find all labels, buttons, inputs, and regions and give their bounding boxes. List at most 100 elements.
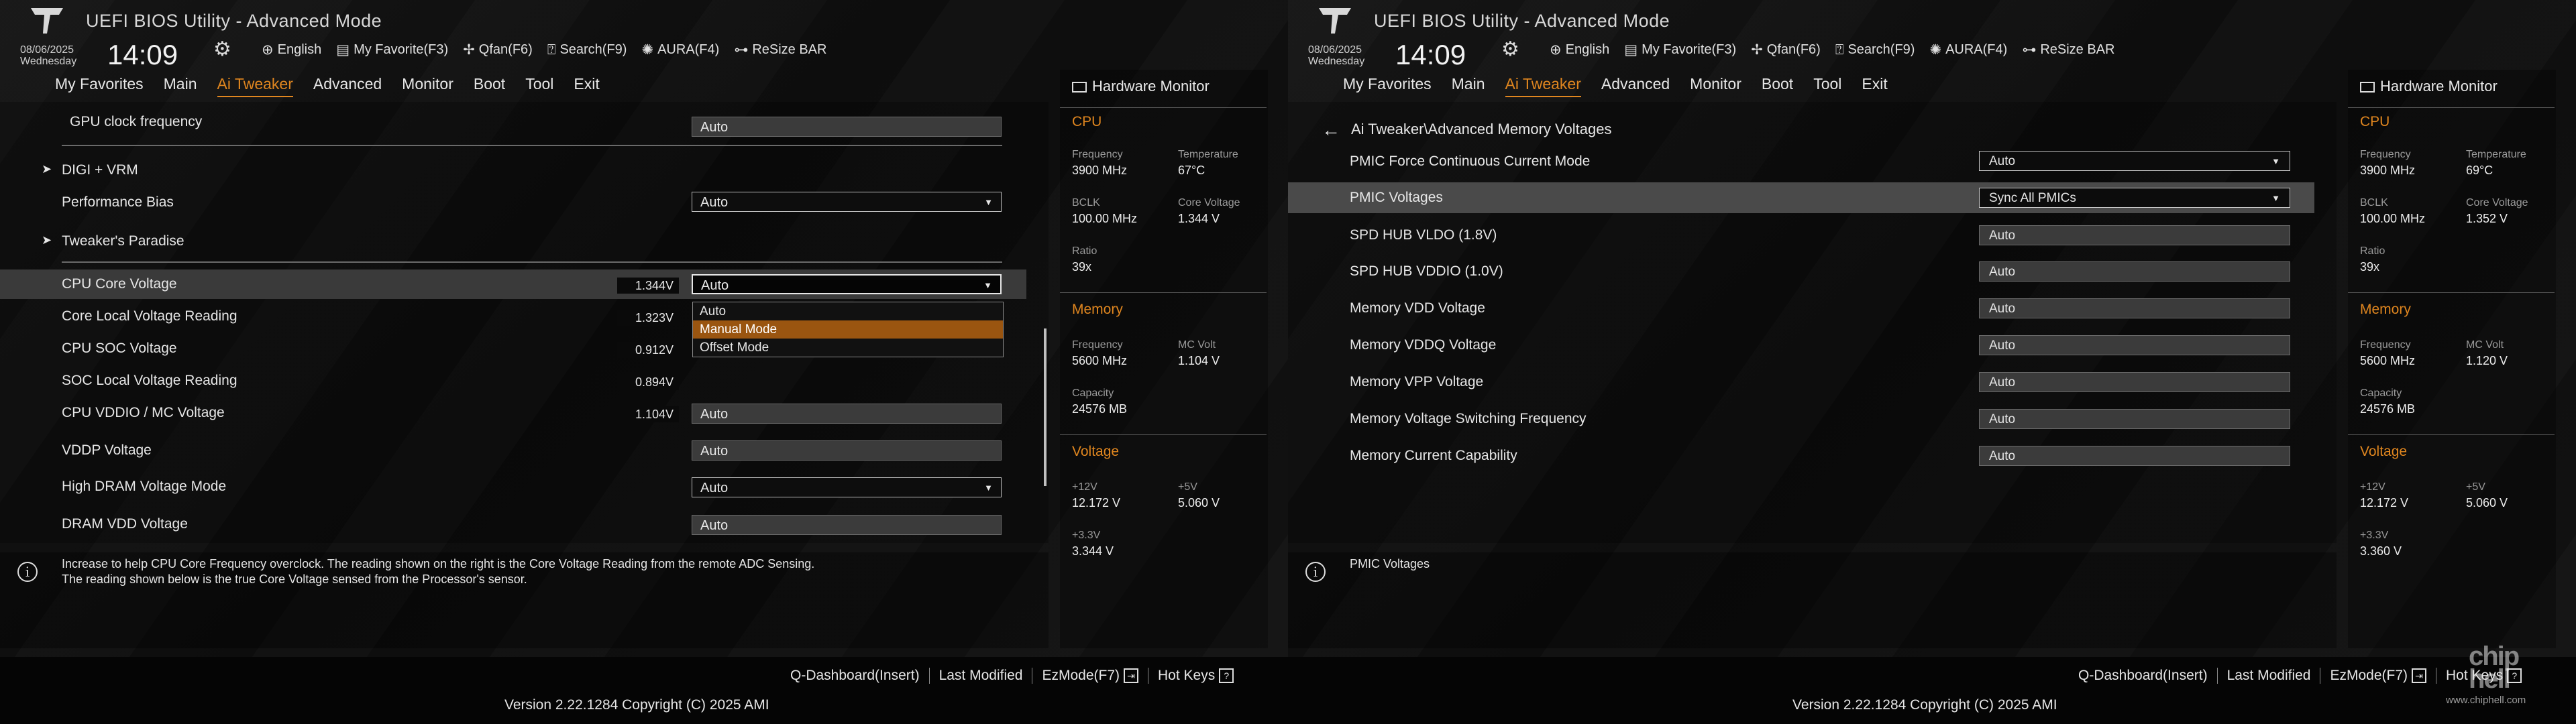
my-favorite-button[interactable]: ▤ My Favorite(F3) <box>1624 42 1736 58</box>
tab-advanced[interactable]: Advanced <box>313 75 382 97</box>
option-offset-mode[interactable]: Offset Mode <box>693 339 1003 357</box>
hardware-monitor: Hardware Monitor CPU Frequency Temperatu… <box>2348 70 2556 648</box>
high-dram-mode-dropdown[interactable]: Auto ▼ <box>692 477 1002 497</box>
qfan-button[interactable]: ✢ Qfan(F6) <box>463 42 533 58</box>
tab-monitor[interactable]: Monitor <box>1690 75 1741 97</box>
resize-bar-icon: ⊶ <box>734 42 749 58</box>
last-modified-button[interactable]: Last Modified <box>930 668 1033 684</box>
language-button[interactable]: ⊕ English <box>1550 42 1609 58</box>
tab-boot[interactable]: Boot <box>474 75 505 97</box>
hw-label: MC Volt <box>1178 339 1216 351</box>
tab-monitor[interactable]: Monitor <box>402 75 453 97</box>
tab-tool[interactable]: Tool <box>1813 75 1841 97</box>
ezmode-button[interactable]: EzMode(F7) ⇥ <box>1032 668 1149 684</box>
footer: Q-Dashboard(Insert) Last Modified EzMode… <box>0 657 1288 724</box>
main-menu: My Favorites Main Ai Tweaker Advanced Mo… <box>55 75 600 97</box>
tab-main[interactable]: Main <box>164 75 197 97</box>
tab-advanced[interactable]: Advanced <box>1601 75 1670 97</box>
aura-button[interactable]: ✺ AURA(F4) <box>641 42 719 58</box>
monitor-icon <box>1072 82 1087 93</box>
settings-gear-icon[interactable]: ⚙ <box>213 38 231 61</box>
memory-vpp-field[interactable]: Auto <box>1979 372 2290 392</box>
hw-label: Core Voltage <box>1178 197 1240 208</box>
memory-switching-frequency-field[interactable]: Auto <box>1979 409 2290 429</box>
last-modified-button[interactable]: Last Modified <box>2218 668 2321 684</box>
tab-exit[interactable]: Exit <box>574 75 599 97</box>
hardware-monitor: Hardware Monitor CPU Frequency Temperatu… <box>1060 70 1268 648</box>
hw-value: 12.172 V <box>2360 496 2409 509</box>
setting-gpu-clock-frequency[interactable]: GPU clock frequency Auto <box>0 107 1026 137</box>
clock: 14:09 <box>1395 39 1466 70</box>
hot-keys-button[interactable]: Hot Keys? <box>1148 668 1243 684</box>
bios-screen-right: UEFI BIOS Utility - Advanced Mode 08/06/… <box>1288 0 2576 724</box>
spd-hub-vldo-field[interactable]: Auto <box>1979 225 2290 245</box>
hardware-monitor-title: Hardware Monitor <box>2360 78 2498 95</box>
ezmode-button[interactable]: EzMode(F7) ⇥ <box>2320 668 2437 684</box>
tab-my-favorites[interactable]: My Favorites <box>55 75 144 97</box>
tab-my-favorites[interactable]: My Favorites <box>1343 75 1432 97</box>
qfan-button[interactable]: ✢ Qfan(F6) <box>1751 42 1821 58</box>
hw-value: 1.352 V <box>2466 212 2508 225</box>
option-manual-mode[interactable]: Manual Mode <box>693 320 1003 339</box>
cpu-vddio-field[interactable]: Auto <box>692 404 1002 424</box>
performance-bias-dropdown[interactable]: Auto ▼ <box>692 192 1002 212</box>
chevron-down-icon: ▼ <box>2271 193 2280 203</box>
submenu-tweakers-paradise[interactable]: ➤ Tweaker's Paradise <box>0 227 1026 256</box>
help-panel: i PMIC Voltages <box>1288 552 2337 648</box>
help-key-icon: ? <box>1219 668 1234 683</box>
resize-bar-button[interactable]: ⊶ ReSize BAR <box>2022 42 2114 58</box>
hw-value: 1.104 V <box>1178 354 1220 367</box>
dram-vdd-field[interactable]: Auto <box>692 515 1002 535</box>
back-arrow-icon[interactable]: ← <box>1322 119 1340 140</box>
spd-hub-vddio-field[interactable]: Auto <box>1979 261 2290 282</box>
memory-vddq-field[interactable]: Auto <box>1979 335 2290 355</box>
settings-gear-icon[interactable]: ⚙ <box>1501 38 1519 61</box>
hw-value: 24576 MB <box>1072 402 1128 416</box>
option-auto[interactable]: Auto <box>693 302 1003 320</box>
submenu-digi-vrm[interactable]: ➤ DIGI + VRM <box>0 156 1026 185</box>
memory-current-capability-field[interactable]: Auto <box>1979 446 2290 466</box>
hw-section-voltage: Voltage <box>2360 444 2408 459</box>
scrollbar[interactable] <box>1044 328 1046 486</box>
info-icon: i <box>17 562 38 582</box>
hw-value: 5600 MHz <box>2360 354 2416 367</box>
tab-ai-tweaker[interactable]: Ai Tweaker <box>217 75 293 97</box>
tab-exit[interactable]: Exit <box>1862 75 1887 97</box>
top-toolbar: ⊕ English ▤ My Favorite(F3) ✢ Qfan(F6) ⍰ Sea… <box>1550 42 2114 58</box>
tab-main[interactable]: Main <box>1452 75 1485 97</box>
hw-section-cpu: CPU <box>2360 114 2390 129</box>
tab-ai-tweaker[interactable]: Ai Tweaker <box>1505 75 1581 97</box>
tab-tool[interactable]: Tool <box>525 75 553 97</box>
gpu-clock-field[interactable]: Auto <box>692 117 1002 137</box>
vddp-field[interactable]: Auto <box>692 440 1002 461</box>
pmic-voltages-dropdown[interactable]: Sync All PMICs ▼ <box>1979 188 2290 208</box>
hw-label: +3.3V <box>1072 530 1101 541</box>
hw-label: Capacity <box>1072 387 1114 399</box>
hw-label: Capacity <box>2360 387 2402 399</box>
copyright: Version 2.22.1284 Copyright (C) 2025 AMI <box>1792 697 2057 713</box>
pmic-force-current-dropdown[interactable]: Auto ▼ <box>1979 151 2290 171</box>
setting-soc-local-voltage-reading: SOC Local Voltage Reading 0.894V <box>0 366 1026 396</box>
hw-value: 100.00 MHz <box>2360 212 2426 225</box>
hw-label: BCLK <box>2360 197 2388 208</box>
language-button[interactable]: ⊕ English <box>262 42 321 58</box>
memory-vdd-field[interactable]: Auto <box>1979 298 2290 318</box>
search-button[interactable]: ⍰ Search(F9) <box>1835 42 1915 58</box>
q-dashboard-button[interactable]: Q-Dashboard(Insert) <box>781 668 930 684</box>
hw-value: 3.344 V <box>1072 544 1114 558</box>
q-dashboard-button[interactable]: Q-Dashboard(Insert) <box>2069 668 2218 684</box>
tuf-logo-icon <box>1319 8 1351 34</box>
help-text: Increase to help CPU Core Frequency over… <box>62 557 815 586</box>
hw-value: 3900 MHz <box>1072 164 1128 177</box>
aura-button[interactable]: ✺ AURA(F4) <box>1929 42 2007 58</box>
resize-bar-button[interactable]: ⊶ ReSize BAR <box>734 42 826 58</box>
top-toolbar: ⊕ English ▤ My Favorite(F3) ✢ Qfan(F6) ⍰ Sea… <box>262 42 826 58</box>
breadcrumb[interactable]: ← Ai Tweaker\Advanced Memory Voltages <box>1322 119 1611 141</box>
search-button[interactable]: ⍰ Search(F9) <box>547 42 627 58</box>
hw-value: 39x <box>1072 260 1092 274</box>
my-favorite-button[interactable]: ▤ My Favorite(F3) <box>336 42 448 58</box>
tuf-logo-icon <box>31 8 63 34</box>
tab-boot[interactable]: Boot <box>1762 75 1793 97</box>
hw-label: +3.3V <box>2360 530 2389 541</box>
cpu-core-voltage-dropdown[interactable]: Auto ▼ <box>692 274 1002 294</box>
